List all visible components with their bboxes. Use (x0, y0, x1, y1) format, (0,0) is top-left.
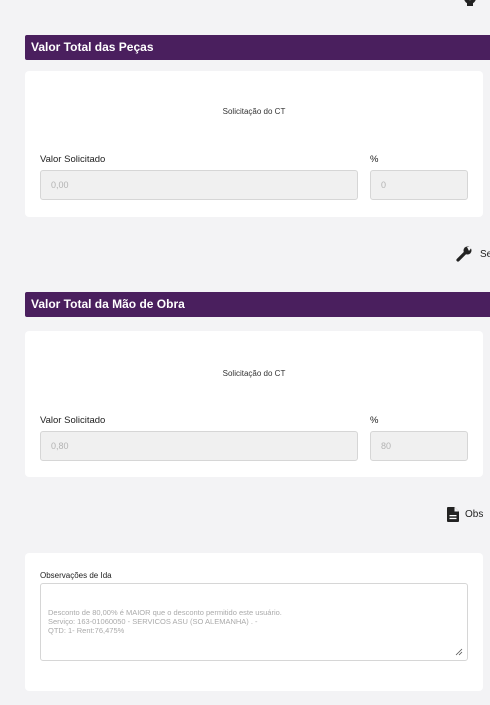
resize-handle-icon[interactable] (455, 648, 463, 656)
parts-value-input[interactable]: 0,00 (40, 170, 358, 200)
services-link-label: Se (480, 248, 490, 260)
observations-link-label: Obs (465, 509, 484, 520)
labor-value-input[interactable]: 0,80 (40, 431, 358, 461)
labor-card-title: Solicitação do CT (222, 369, 286, 378)
parts-card-title: Solicitação do CT (222, 107, 286, 116)
parts-card: Solicitação do CT Valor Solicitado % 0,0… (25, 71, 483, 217)
parts-percent-input[interactable]: 0 (370, 170, 468, 200)
parts-section-header: Valor Total das Peças (25, 35, 490, 60)
observations-card: Observações de Ida Desconto de 80,00% é … (25, 553, 483, 691)
observations-text: Desconto de 80,00% é MAIOR que o descont… (48, 608, 282, 635)
labor-percent-label: % (370, 415, 379, 426)
labor-value-label: Valor Solicitado (40, 415, 106, 426)
gear-icon[interactable] (462, 0, 482, 6)
labor-card: Solicitação do CT Valor Solicitado % 0,8… (25, 331, 483, 477)
observations-textarea[interactable]: Desconto de 80,00% é MAIOR que o descont… (40, 583, 468, 661)
parts-value-label: Valor Solicitado (40, 154, 106, 165)
services-link[interactable]: Se (456, 246, 490, 262)
observations-link[interactable]: Obs (447, 507, 483, 522)
labor-percent-input[interactable]: 80 (370, 431, 468, 461)
labor-section-header: Valor Total da Mão de Obra (25, 292, 490, 317)
document-icon (447, 507, 459, 522)
observations-label: Observações de Ida (40, 571, 112, 580)
wrench-icon (456, 246, 472, 262)
parts-percent-label: % (370, 154, 379, 165)
